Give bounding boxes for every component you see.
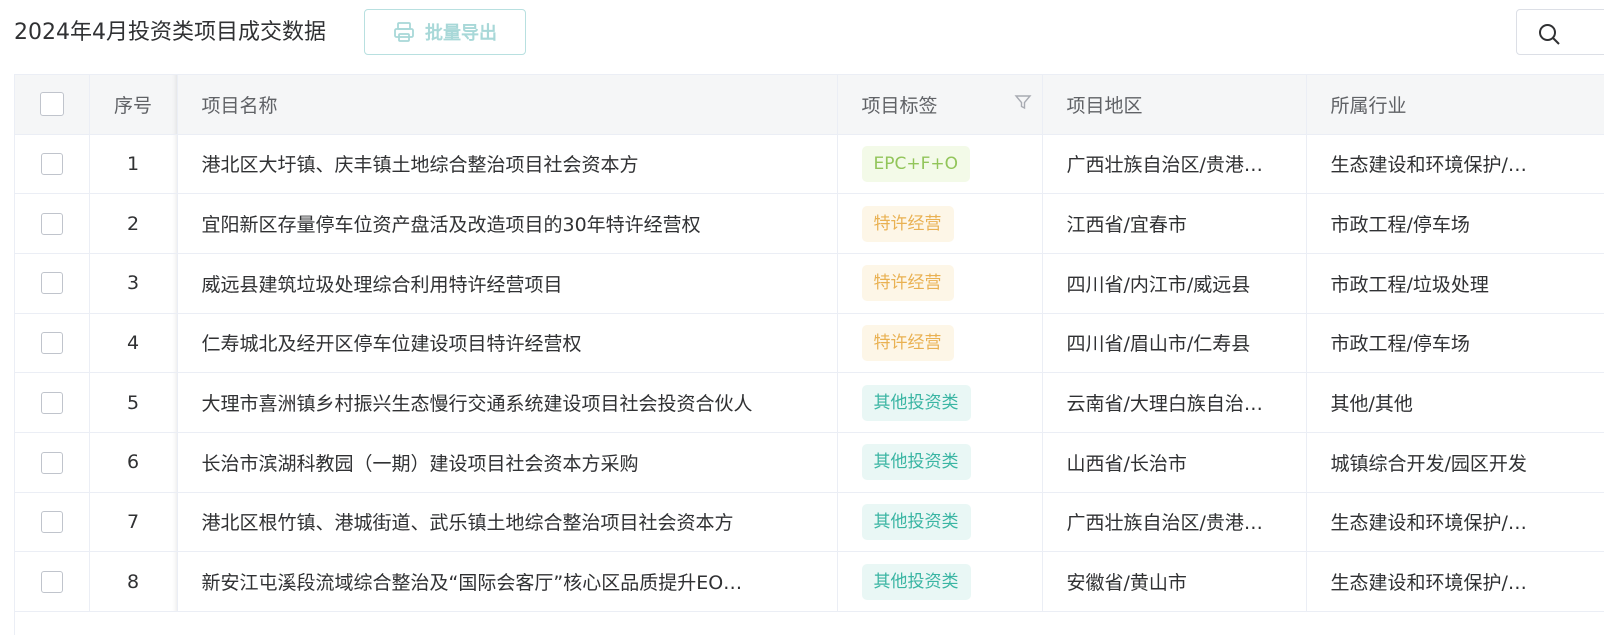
row-region: 四川省/内江市/威远县 [1042,253,1307,314]
row-seq: 4 [89,313,178,374]
row-seq: 6 [89,432,178,493]
row-checkbox[interactable] [40,391,63,414]
row-industry: 其他/其他 [1306,372,1604,433]
page-title: 2024年4月投资类项目成交数据 [14,20,326,45]
row-seq: 3 [89,253,178,314]
row-checkbox[interactable] [40,570,63,593]
row-region: 广西壮族自治区/贵港… [1042,492,1307,553]
project-tag-badge: 其他投资类 [861,384,971,421]
table-row[interactable]: 3 威远县建筑垃圾处理综合利用特许经营项目 特许经营 四川省/内江市/威远县 市政工程/… [15,253,1604,314]
row-region: 江西省/宜春市 [1042,193,1307,254]
toolbar: 2024年4月投资类项目成交数据 批量导出 [0,0,1604,74]
row-seq: 1 [89,134,178,195]
row-industry: 城镇综合开发/园区开发 [1306,432,1604,493]
project-tag-badge: 特许经营 [861,265,954,302]
column-header-tag: 项目标签 [837,75,1043,135]
table-header-row: 序号 项目名称 项目标签 项目地区 所属行业 [15,75,1604,135]
row-select-cell [15,313,90,374]
row-region: 四川省/眉山市/仁寿县 [1042,313,1307,374]
project-tag-badge: 特许经营 [861,205,954,242]
project-tag-badge: 其他投资类 [861,444,971,481]
row-project-name[interactable]: 威远县建筑垃圾处理综合利用特许经营项目 [177,253,838,314]
project-tag-badge: EPC+F+O [861,145,971,182]
table-row[interactable]: 6 长治市滨湖科教园（一期）建设项目社会资本方采购 其他投资类 山西省/长治市 城镇综合… [15,432,1604,493]
row-checkbox[interactable] [40,272,63,295]
row-project-name[interactable]: 新安江屯溪段流域综合整治及“国际会客厅”核心区品质提升EO… [177,551,838,612]
column-header-region: 项目地区 [1042,75,1307,135]
row-select-cell [15,492,90,553]
row-industry: 市政工程/垃圾处理 [1306,253,1604,314]
row-select-cell [15,372,90,433]
column-header-tag-label: 项目标签 [861,94,938,117]
row-tag-cell: 其他投资类 [837,551,1043,612]
row-tag-cell: 特许经营 [837,193,1043,254]
row-seq: 2 [89,193,178,254]
row-project-name[interactable]: 大理市喜洲镇乡村振兴生态慢行交通系统建设项目社会投资合伙人 [177,372,838,433]
row-seq: 7 [89,492,178,553]
table-row[interactable]: 4 仁寿城北及经开区停车位建设项目特许经营权 特许经营 四川省/眉山市/仁寿县 市政工程… [15,313,1604,374]
row-industry: 生态建设和环境保护/… [1306,134,1604,195]
header-select-all [15,75,90,135]
printer-icon [393,21,415,43]
row-project-name[interactable]: 港北区根竹镇、港城街道、武乐镇土地综合整治项目社会资本方 [177,492,838,553]
row-select-cell [15,134,90,195]
row-project-name[interactable]: 宜阳新区存量停车位资产盘活及改造项目的30年特许经营权 [177,193,838,254]
row-industry: 生态建设和环境保护/… [1306,551,1604,612]
row-select-cell [15,253,90,314]
row-tag-cell: 其他投资类 [837,432,1043,493]
table-row[interactable]: 8 新安江屯溪段流域综合整治及“国际会客厅”核心区品质提升EO… 其他投资类 安徽省/… [15,551,1604,612]
project-table: 序号 项目名称 项目标签 项目地区 所属行业 1 港北区大圩镇、庆丰镇土地综合整… [14,74,1604,635]
row-project-name[interactable]: 仁寿城北及经开区停车位建设项目特许经营权 [177,313,838,374]
search-icon [1537,22,1561,50]
column-header-industry: 所属行业 [1306,75,1604,135]
table-row[interactable]: 7 港北区根竹镇、港城街道、武乐镇土地综合整治项目社会资本方 其他投资类 广西壮族自治… [15,492,1604,553]
row-tag-cell: 其他投资类 [837,492,1043,553]
batch-export-label: 批量导出 [425,23,497,44]
row-checkbox[interactable] [40,451,63,474]
select-all-checkbox[interactable] [39,92,64,117]
row-select-cell [15,551,90,612]
filter-icon[interactable] [1013,93,1032,116]
row-industry: 市政工程/停车场 [1306,193,1604,254]
row-select-cell [15,432,90,493]
row-checkbox[interactable] [40,153,63,176]
project-tag-badge: 其他投资类 [861,503,971,540]
row-checkbox[interactable] [40,212,63,235]
row-region: 安徽省/黄山市 [1042,551,1307,612]
row-tag-cell: 特许经营 [837,313,1043,374]
row-seq: 8 [89,551,178,612]
project-tag-badge: 特许经营 [861,324,954,361]
column-header-seq: 序号 [89,75,178,135]
row-checkbox[interactable] [40,511,63,534]
row-project-name[interactable]: 港北区大圩镇、庆丰镇土地综合整治项目社会资本方 [177,134,838,195]
table-row[interactable]: 2 宜阳新区存量停车位资产盘活及改造项目的30年特许经营权 特许经营 江西省/宜春市市… [15,193,1604,254]
table-row[interactable]: 5 大理市喜洲镇乡村振兴生态慢行交通系统建设项目社会投资合伙人 其他投资类 云南省/大… [15,372,1604,433]
project-tag-badge: 其他投资类 [861,563,971,600]
column-header-name: 项目名称 [177,75,838,135]
table-row[interactable]: 1 港北区大圩镇、庆丰镇土地综合整治项目社会资本方 EPC+F+O 广西壮族自治区/贵… [15,134,1604,195]
row-industry: 市政工程/停车场 [1306,313,1604,374]
row-region: 山西省/长治市 [1042,432,1307,493]
row-checkbox[interactable] [40,332,63,355]
row-tag-cell: EPC+F+O [837,134,1043,195]
row-project-name[interactable]: 长治市滨湖科教园（一期）建设项目社会资本方采购 [177,432,838,493]
row-region: 广西壮族自治区/贵港… [1042,134,1307,195]
row-seq: 5 [89,372,178,433]
row-region: 云南省/大理白族自治… [1042,372,1307,433]
row-tag-cell: 特许经营 [837,253,1043,314]
row-tag-cell: 其他投资类 [837,372,1043,433]
row-industry: 生态建设和环境保护/… [1306,492,1604,553]
search-input[interactable] [1516,9,1604,55]
batch-export-button[interactable]: 批量导出 [364,9,526,55]
row-select-cell [15,193,90,254]
